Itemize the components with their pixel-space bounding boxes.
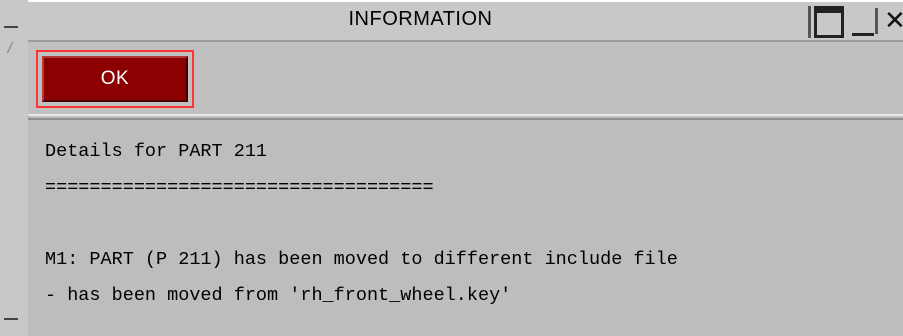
parent-window-edge: / <box>0 0 29 336</box>
message-detail-line: - has been moved from 'rh_front_wheel.ke… <box>45 285 512 306</box>
button-bar: OK <box>28 42 903 116</box>
information-dialog: / INFORMATION ✕ OK Details for PART 211 … <box>0 0 903 336</box>
maximize-icon[interactable] <box>814 6 844 38</box>
details-heading: Details for PART 211 <box>45 141 268 162</box>
window-menu-icon-bottom[interactable] <box>4 318 18 320</box>
title-bar[interactable]: INFORMATION ✕ <box>28 0 903 42</box>
ok-button[interactable]: OK <box>36 50 194 108</box>
heading-underline: =================================== <box>45 177 434 198</box>
dialog-title: INFORMATION <box>348 8 493 30</box>
title-divider <box>808 6 811 38</box>
message-line: M1: PART (P 211) has been moved to diffe… <box>45 249 678 270</box>
minimize-icon[interactable] <box>850 6 880 38</box>
resize-grip-icon[interactable]: / <box>6 40 14 56</box>
ok-button-label: OK <box>42 56 188 102</box>
window-menu-icon[interactable] <box>4 26 18 28</box>
close-icon[interactable]: ✕ <box>884 6 903 38</box>
details-text-area[interactable]: Details for PART 211 ===================… <box>28 118 903 336</box>
